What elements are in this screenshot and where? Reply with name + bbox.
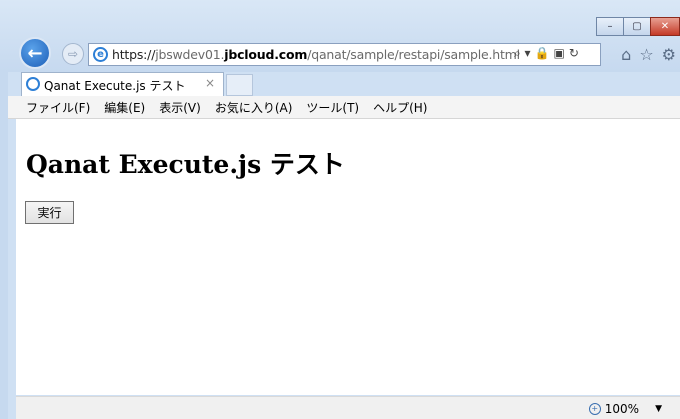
tab-close-icon[interactable]: × bbox=[205, 76, 215, 90]
url-scheme: https:// bbox=[112, 47, 156, 62]
window-controls: – ▢ ✕ bbox=[596, 17, 680, 37]
zoom-dropdown-icon[interactable]: ▼ bbox=[655, 404, 662, 414]
url-path: /qanat/sample/restapi/sample.html bbox=[307, 47, 520, 62]
window-edge bbox=[0, 72, 8, 419]
menu-view[interactable]: 表示(V) bbox=[152, 99, 208, 116]
menu-edit[interactable]: 編集(E) bbox=[97, 99, 152, 116]
menu-tools[interactable]: ツール(T) bbox=[299, 99, 366, 116]
tab-title: Qanat Execute.js テスト bbox=[44, 79, 186, 93]
browser-toolbar: ⌂ ☆ ⚙ bbox=[621, 45, 676, 64]
zoom-level: 100% bbox=[604, 402, 640, 416]
compat-view-icon[interactable]: ▣ bbox=[554, 46, 565, 61]
settings-gear-icon[interactable]: ⚙ bbox=[662, 45, 676, 64]
tab-strip: Qanat Execute.js テスト × bbox=[8, 72, 680, 96]
menu-help[interactable]: ヘルプ(H) bbox=[366, 99, 434, 116]
lock-icon[interactable]: 🔒 bbox=[535, 46, 550, 61]
close-button[interactable]: ✕ bbox=[650, 17, 680, 36]
forward-button[interactable]: ⇨ bbox=[62, 43, 84, 65]
url-subdomain: jbswdev01. bbox=[155, 47, 225, 62]
zoom-control[interactable]: + 100% ▼ bbox=[588, 402, 662, 416]
tab-active[interactable]: Qanat Execute.js テスト × bbox=[21, 72, 224, 96]
ie-favicon-icon: e bbox=[93, 47, 108, 62]
browser-window: – ▢ ✕ ← ⇨ e https://jbswdev01.jbcloud.co… bbox=[0, 0, 680, 419]
url-text[interactable]: https://jbswdev01.jbcloud.com/qanat/samp… bbox=[112, 47, 520, 62]
zoom-icon: + bbox=[588, 403, 601, 415]
refresh-icon[interactable]: ↻ bbox=[569, 46, 579, 61]
favorites-star-icon[interactable]: ☆ bbox=[639, 45, 653, 64]
menu-bar: ファイル(F) 編集(E) 表示(V) お気に入り(A) ツール(T) ヘルプ(… bbox=[8, 96, 680, 119]
maximize-button[interactable]: ▢ bbox=[623, 17, 651, 36]
ie-tab-icon bbox=[26, 77, 40, 91]
back-button[interactable]: ← bbox=[19, 37, 51, 69]
page-title: Qanat Execute.js テスト bbox=[26, 150, 345, 179]
menu-file[interactable]: ファイル(F) bbox=[8, 99, 97, 116]
search-dropdown-icon[interactable]: ⌕ ▾ bbox=[514, 46, 531, 61]
new-tab-button[interactable] bbox=[226, 74, 253, 96]
minimize-button[interactable]: – bbox=[596, 17, 624, 36]
url-domain: jbcloud.com bbox=[224, 47, 308, 62]
address-tools: ⌕ ▾ 🔒 ▣ ↻ bbox=[514, 46, 579, 61]
address-bar[interactable]: e https://jbswdev01.jbcloud.com/qanat/sa… bbox=[88, 43, 601, 66]
forward-arrow-icon: ⇨ bbox=[67, 47, 79, 61]
execute-button[interactable]: 実行 bbox=[25, 201, 74, 224]
page-content: Qanat Execute.js テスト 実行 bbox=[16, 119, 680, 395]
back-arrow-icon: ← bbox=[27, 42, 43, 64]
home-icon[interactable]: ⌂ bbox=[621, 45, 631, 64]
menu-favorites[interactable]: お気に入り(A) bbox=[208, 99, 300, 116]
status-bar: + 100% ▼ bbox=[16, 396, 680, 419]
